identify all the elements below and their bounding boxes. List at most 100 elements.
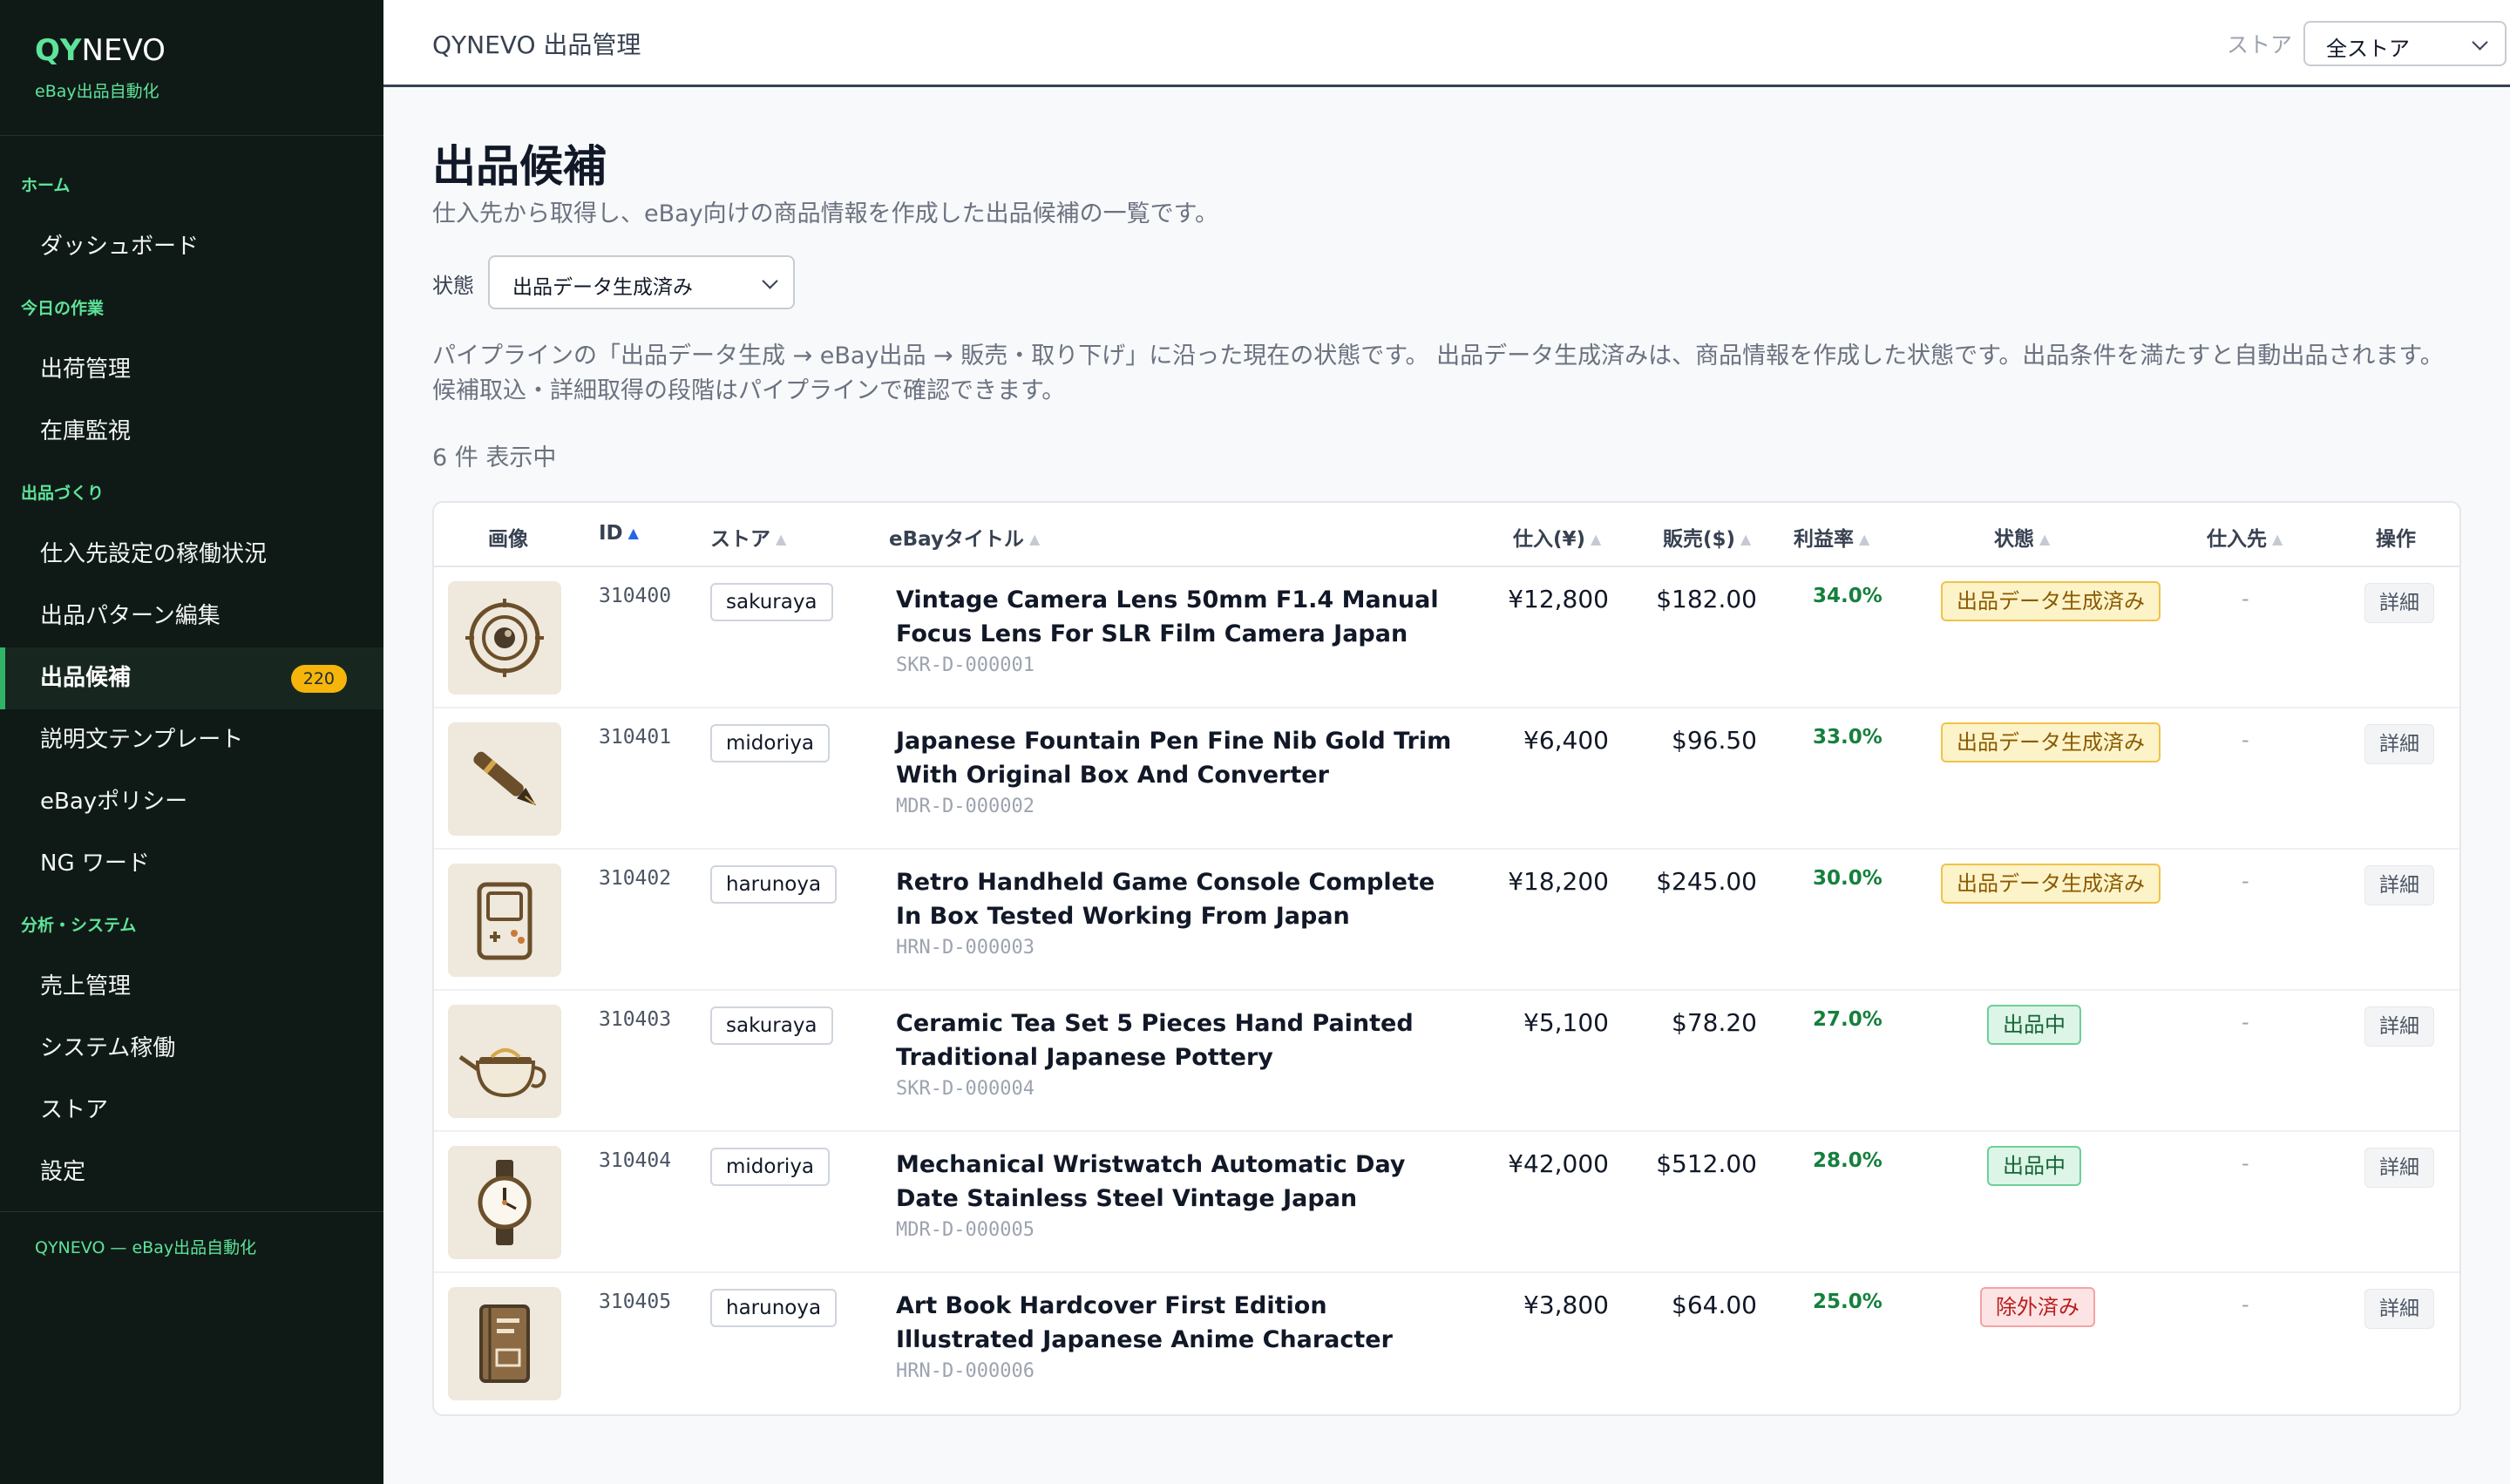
chevron-down-icon [2472,34,2488,51]
column-header-label: 仕入先 [2207,528,2267,551]
column-header-title[interactable]: eBayタイトル ▲ [889,522,1040,552]
sort-asc-icon: ▲ [628,525,639,541]
table-row: 310400 sakuraya Vintage Camera Lens 50mm… [434,567,2459,708]
detail-button[interactable]: 詳細 [2364,1006,2434,1047]
store-tag: midoriya [710,724,831,762]
page-subtitle: 仕入先から取得し、eBay向けの商品情報を作成した出品候補の一覧です。 [432,200,1218,227]
column-header-label: ストア [710,528,770,551]
book-icon [448,1287,561,1400]
store-filter-label: ストア [2227,32,2293,58]
sort-icon: ▲ [1591,531,1602,547]
supplier: - [2242,869,2249,893]
row-id: 310405 [599,1291,672,1313]
camera-lens-icon [448,581,561,695]
status-badge: 出品データ生成済み [1941,581,2161,621]
detail-button[interactable]: 詳細 [2364,865,2434,905]
column-header-label: eBayタイトル [889,528,1024,551]
status-badge: 除外済み [1980,1287,2095,1327]
sidebar: QYNEVO eBay出品自動化 ホーム ダッシュボード 今日の作業 出荷管理 … [0,0,383,1484]
brand-subtitle: eBay出品自動化 [35,82,159,101]
sidebar-item-supplier-status[interactable]: 仕入先設定の稼働状況 [0,524,383,586]
column-header-store[interactable]: ストア ▲ [710,522,786,552]
margin-rate: 33.0% [1813,726,1882,749]
ebay-title: Mechanical Wristwatch Automatic Day Date… [896,1151,1406,1212]
status-filter-select[interactable]: 出品データ生成済み [488,255,795,309]
cost-yen: ¥18,200 [1508,867,1609,896]
store-tag: midoriya [710,1148,831,1186]
table-row: 310405 harunoya Art Book Hardcover First… [434,1273,2459,1414]
sidebar-item-settings[interactable]: 設定 [0,1142,383,1203]
sidebar-item-label: 出品候補 [40,665,132,691]
sidebar-footer: QYNEVO — eBay出品自動化 [0,1211,383,1258]
sidebar-item-system-status[interactable]: システム稼働 [0,1018,383,1080]
brand-logo-rest: NEVO [81,33,166,68]
price-usd: $96.50 [1672,726,1757,755]
sidebar-item-pattern-edit[interactable]: 出品パターン編集 [0,586,383,647]
sidebar-item-sales[interactable]: 売上管理 [0,956,383,1018]
detail-button[interactable]: 詳細 [2364,583,2434,623]
supplier: - [2242,1292,2249,1317]
status-badge: 出品データ生成済み [1941,864,2161,904]
price-usd: $245.00 [1656,867,1757,896]
brand: QYNEVO eBay出品自動化 [0,0,383,136]
column-header-cost[interactable]: 仕入(¥) ▲ [1513,522,1601,552]
store-tag: sakuraya [710,1006,833,1045]
detail-button[interactable]: 詳細 [2364,724,2434,764]
row-id: 310404 [599,1149,672,1172]
row-id: 310402 [599,867,672,890]
price-usd: $64.00 [1672,1291,1757,1319]
sidebar-item-ng-words[interactable]: NG ワード [0,833,383,895]
price-usd: $512.00 [1656,1149,1757,1178]
topbar: QYNEVO 出品管理 ストア 全ストア [383,0,2510,87]
detail-button[interactable]: 詳細 [2364,1289,2434,1329]
brand-logo-accent: QY [35,33,82,68]
ebay-title: Vintage Camera Lens 50mm F1.4 Manual Foc… [896,586,1439,647]
column-header-price[interactable]: 販売($) ▲ [1663,522,1751,552]
sort-icon: ▲ [1028,531,1041,547]
cost-yen: ¥42,000 [1508,1149,1609,1178]
brand-logo[interactable]: QYNEVO [35,33,349,68]
column-header-margin[interactable]: 利益率 ▲ [1794,522,1869,552]
column-header-status[interactable]: 状態 ▲ [1994,522,2050,552]
detail-button[interactable]: 詳細 [2364,1148,2434,1188]
app-title: QYNEVO 出品管理 [432,30,641,59]
sidebar-item-stores[interactable]: ストア [0,1080,383,1142]
status-badge: 出品データ生成済み [1941,722,2161,762]
wristwatch-icon [448,1146,561,1259]
column-header-supplier[interactable]: 仕入先 ▲ [2207,522,2283,552]
store-tag: harunoya [710,865,838,904]
sidebar-item-inventory[interactable]: 在庫監視 [0,401,383,463]
table-row: 310402 harunoya Retro Handheld Game Cons… [434,850,2459,991]
store-select[interactable]: 全ストア [2303,21,2507,66]
margin-rate: 34.0% [1813,585,1882,607]
margin-rate: 25.0% [1813,1291,1882,1313]
sidebar-item-shipping[interactable]: 出荷管理 [0,339,383,401]
price-usd: $182.00 [1656,585,1757,613]
nav-section-analytics: 分析・システム [21,916,137,935]
column-header-id[interactable]: ID ▲ [599,522,639,545]
sidebar-item-dashboard[interactable]: ダッシュボード [0,216,383,278]
status-badge: 出品中 [1987,1005,2081,1045]
ebay-title: Japanese Fountain Pen Fine Nib Gold Trim… [896,728,1452,789]
status-badge: 出品中 [1987,1146,2081,1186]
sidebar-item-description-template[interactable]: 説明文テンプレート [0,709,383,771]
sort-icon: ▲ [1740,531,1752,547]
supplier: - [2242,586,2249,611]
column-header-label: 販売($) [1663,528,1736,551]
page-title: 出品候補 [432,141,607,192]
sort-icon: ▲ [2272,531,2283,547]
nav-section-today: 今日の作業 [21,299,105,318]
sku: MDR-D-000002 [896,796,1035,817]
supplier: - [2242,1151,2249,1176]
store-select-value: 全ストア [2326,37,2410,61]
cost-yen: ¥12,800 [1508,585,1609,613]
sku: HRN-D-000003 [896,937,1035,959]
row-id: 310400 [599,585,672,607]
result-count: 6 件 表示中 [432,444,557,471]
sidebar-item-candidates[interactable]: 出品候補 220 [0,647,383,709]
column-header-actions: 操作 [2376,528,2416,551]
column-header-label: 状態 [1994,528,2034,551]
table-row: 310404 midoriya Mechanical Wristwatch Au… [434,1132,2459,1273]
sidebar-item-ebay-policy[interactable]: eBayポリシー [0,771,383,833]
candidates-table: 画像 ID ▲ ストア ▲ eBayタイトル ▲ 仕入(¥) ▲ 販売($) ▲ 利益率 ▲… [432,501,2461,1416]
